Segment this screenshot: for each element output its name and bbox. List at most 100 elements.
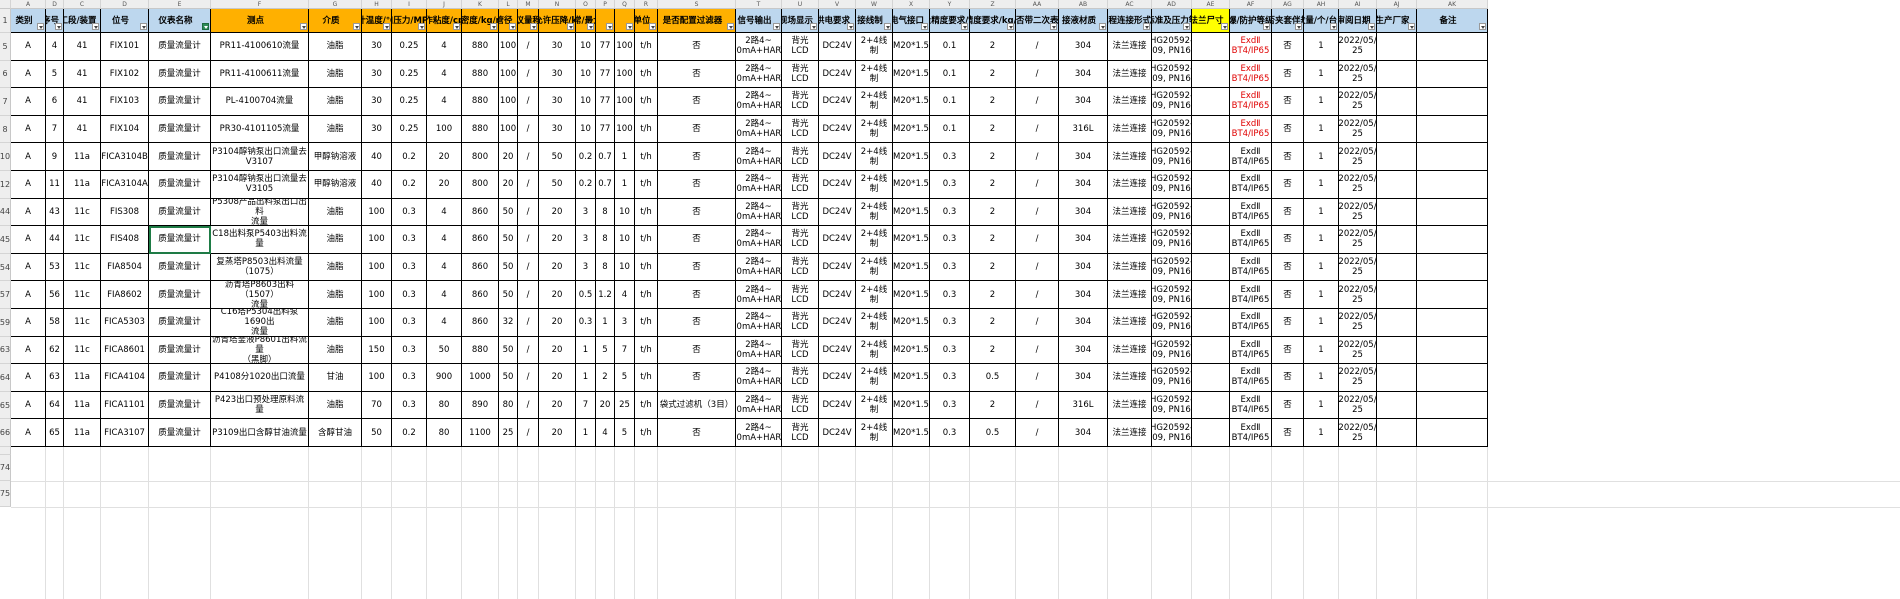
cell-no[interactable]: 58: [46, 309, 64, 337]
cell-wire[interactable]: 2+4线制: [856, 33, 893, 61]
dropdown-filter-icon[interactable]: [1263, 23, 1270, 30]
cell-fsize[interactable]: [1192, 60, 1230, 89]
cell-acc[interactable]: 0.3: [930, 309, 970, 337]
cell-date[interactable]: 2022/05/ 25: [1339, 226, 1377, 254]
cell-acc[interactable]: 0.1: [930, 88, 970, 116]
cell-note[interactable]: [1417, 226, 1488, 254]
cell-disp[interactable]: 背光LCD: [782, 198, 819, 227]
column-letter-p[interactable]: P: [596, 0, 615, 9]
cell-fmin[interactable]: 3: [576, 226, 596, 254]
dropdown-filter-icon[interactable]: [37, 23, 44, 30]
cell-sug[interactable]: /: [518, 391, 539, 420]
column-letter-z[interactable]: Z: [970, 0, 1016, 9]
cell-fsize[interactable]: [1192, 336, 1230, 365]
cell-p[interactable]: 0.3: [392, 391, 427, 420]
cell-dp[interactable]: 20: [539, 419, 576, 447]
dropdown-filter-icon[interactable]: [1007, 23, 1014, 30]
cell-dacc[interactable]: 2: [970, 336, 1016, 365]
cell-flange[interactable]: HG20592- 09, PN16: [1152, 88, 1192, 116]
cell-sec[interactable]: 41: [64, 115, 101, 144]
cell-fnor[interactable]: 0.7: [596, 171, 615, 199]
cell-elec[interactable]: M20*1.5: [893, 60, 930, 89]
dropdown-filter-icon[interactable]: [810, 23, 817, 30]
cell-flange[interactable]: HG20592- 09, PN16: [1152, 198, 1192, 227]
dropdown-filter-icon[interactable]: [961, 23, 968, 30]
cell-dens[interactable]: 880: [462, 88, 499, 116]
column-header-fmin[interactable]: 最小/正常/最大流量: [576, 9, 596, 33]
cell-jacket[interactable]: 否: [1272, 309, 1304, 337]
cell-tag[interactable]: FIS408: [101, 226, 149, 254]
column-header-disp[interactable]: 现场显示: [782, 9, 819, 33]
cell-dp[interactable]: 20: [539, 226, 576, 254]
cell-mfr[interactable]: [1377, 88, 1417, 116]
cell-date[interactable]: 2022/05/ 25: [1339, 171, 1377, 199]
cell-dp[interactable]: 30: [539, 60, 576, 89]
cell-dp[interactable]: 50: [539, 143, 576, 171]
cell-sig[interactable]: 2路4~ 20mA+HART: [736, 88, 782, 116]
cell-sec[interactable]: 11c: [64, 253, 101, 282]
cell-sug[interactable]: /: [518, 198, 539, 227]
cell-sec2[interactable]: /: [1016, 364, 1059, 392]
cell-qty[interactable]: 1: [1304, 143, 1339, 171]
cell-visc[interactable]: 20: [427, 171, 462, 199]
cell-flange[interactable]: HG20592- 09, PN16: [1152, 143, 1192, 171]
cell-sec[interactable]: 11a: [64, 171, 101, 199]
cell-fsize[interactable]: [1192, 88, 1230, 116]
cell-sec2[interactable]: /: [1016, 171, 1059, 199]
cell-filter[interactable]: 否: [658, 253, 736, 282]
cell-dn[interactable]: 80: [499, 391, 518, 420]
cell-sug[interactable]: /: [518, 88, 539, 116]
cell-filter[interactable]: 否: [658, 309, 736, 337]
column-letter-q[interactable]: Q: [615, 0, 635, 9]
cell-note[interactable]: [1417, 419, 1488, 447]
cell-t[interactable]: 100: [362, 364, 392, 392]
cell-dens[interactable]: 860: [462, 281, 499, 309]
cell-tag[interactable]: FIX104: [101, 115, 149, 144]
column-header-conn[interactable]: 过程连接形式: [1108, 9, 1152, 33]
column-letter-f[interactable]: F: [211, 0, 309, 9]
cell-elec[interactable]: M20*1.5: [893, 88, 930, 116]
column-header-acc[interactable]: 流量精度要求/%: [930, 9, 970, 33]
cell-filter[interactable]: 否: [658, 281, 736, 309]
column-header-medium[interactable]: 介质: [309, 9, 362, 33]
cell-no[interactable]: 11: [46, 171, 64, 199]
cell-conn[interactable]: 法兰连接: [1108, 88, 1152, 116]
cell-sug[interactable]: /: [518, 419, 539, 447]
cell-visc[interactable]: 4: [427, 253, 462, 282]
cell-dacc[interactable]: 2: [970, 143, 1016, 171]
cell-dens[interactable]: 880: [462, 60, 499, 89]
cell-fnor[interactable]: 8: [596, 226, 615, 254]
cell-sec[interactable]: 11c: [64, 309, 101, 337]
cell-wire[interactable]: 2+4线制: [856, 171, 893, 199]
column-letter-c[interactable]: C: [64, 0, 101, 9]
cell-fmax[interactable]: 5: [615, 364, 635, 392]
cell-fsize[interactable]: [1192, 364, 1230, 392]
cell-dacc[interactable]: 2: [970, 226, 1016, 254]
cell-jacket[interactable]: 否: [1272, 419, 1304, 447]
cell-t[interactable]: 100: [362, 198, 392, 227]
cell-name[interactable]: 质量流量计: [149, 143, 211, 171]
column-letter-aa[interactable]: AA: [1016, 0, 1059, 9]
cell-wire[interactable]: 2+4线制: [856, 143, 893, 171]
dropdown-filter-icon[interactable]: [567, 23, 574, 30]
cell-dacc[interactable]: 2: [970, 253, 1016, 282]
cell-ex[interactable]: ExdⅡ BT4/IP65: [1230, 115, 1272, 144]
cell-jacket[interactable]: 否: [1272, 88, 1304, 116]
cell-note[interactable]: [1417, 391, 1488, 420]
dropdown-filter-icon[interactable]: [649, 23, 656, 30]
cell-fsize[interactable]: [1192, 115, 1230, 144]
cell-fmax[interactable]: 10: [615, 253, 635, 282]
cell-elec[interactable]: M20*1.5: [893, 143, 930, 171]
cell-cat[interactable]: A: [11, 364, 46, 392]
cell-fsize[interactable]: [1192, 226, 1230, 254]
cell-visc[interactable]: 20: [427, 143, 462, 171]
cell-elec[interactable]: M20*1.5: [893, 115, 930, 144]
column-header-dacc[interactable]: 密度精度要求/kg/m³: [970, 9, 1016, 33]
column-letter-h[interactable]: H: [362, 0, 392, 9]
cell-date[interactable]: 2022/05/ 25: [1339, 115, 1377, 144]
cell-elec[interactable]: M20*1.5: [893, 33, 930, 61]
cell-wire[interactable]: 2+4线制: [856, 253, 893, 282]
cell-filter[interactable]: 否: [658, 198, 736, 227]
cell-unit[interactable]: t/h: [635, 364, 658, 392]
column-letter-r[interactable]: R: [635, 0, 658, 9]
